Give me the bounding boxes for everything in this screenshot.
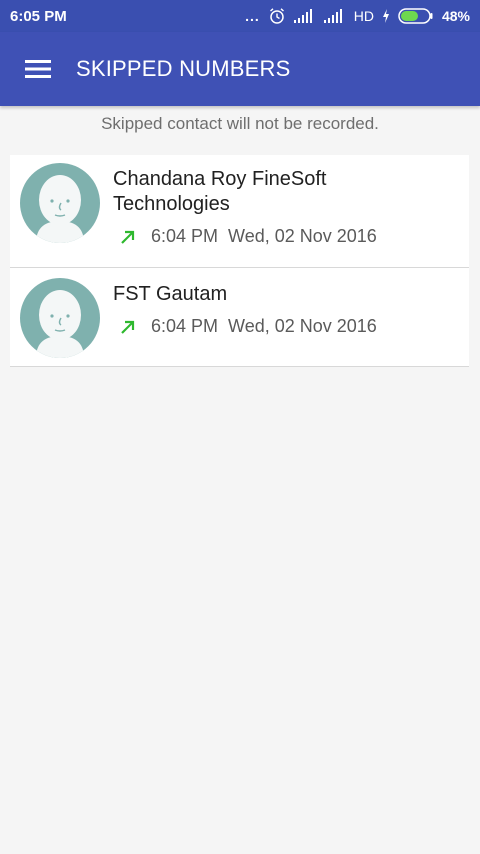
contact-name-line: Technologies — [113, 193, 230, 215]
contact-avatar — [20, 278, 100, 358]
hamburger-menu-icon — [25, 60, 51, 78]
call-time: 6:04 PM — [151, 316, 219, 336]
network-type-label: HD — [353, 8, 374, 24]
status-time: 6:05 PM — [10, 7, 67, 25]
status-bar: 6:05 PM ... HD 48% — [0, 0, 480, 32]
menu-button[interactable] — [0, 32, 76, 106]
signal-icon — [293, 9, 316, 23]
contact-name: Chandana Roy FineSoft Technologies — [113, 167, 459, 217]
app-bar: SKIPPED NUMBERS — [0, 32, 480, 106]
charging-icon — [382, 9, 390, 23]
status-icons: ... HD 48% — [245, 7, 470, 25]
outgoing-call-arrow-icon — [121, 320, 135, 334]
contact-list-item[interactable]: Chandana Roy FineSoft Technologies 6:04 … — [10, 155, 469, 268]
signal-icon — [323, 9, 346, 23]
info-message: Skipped contact will not be recorded. — [101, 114, 379, 133]
call-details: 6:04 PM Wed, 02 Nov 2016 — [119, 226, 459, 247]
battery-icon — [398, 8, 434, 24]
call-date: Wed, 02 Nov 2016 — [228, 226, 377, 246]
alarm-icon — [268, 7, 286, 25]
battery-percentage: 48% — [441, 8, 470, 24]
contact-info: Chandana Roy FineSoft Technologies 6:04 … — [113, 167, 459, 247]
contact-list-item[interactable]: FST Gautam 6:04 PM Wed, 02 Nov 2016 — [10, 268, 469, 367]
contact-avatar — [20, 163, 100, 243]
outgoing-call-arrow-icon — [121, 230, 135, 244]
contact-name: FST Gautam — [113, 283, 228, 305]
call-date: Wed, 02 Nov 2016 — [228, 316, 377, 336]
call-time: 6:04 PM — [151, 226, 219, 246]
contact-name-line: Chandana Roy FineSoft — [113, 168, 327, 190]
skipped-contacts-list: Chandana Roy FineSoft Technologies 6:04 … — [10, 155, 469, 367]
more-notifications-indicator: ... — [245, 8, 260, 24]
page-title: SKIPPED NUMBERS — [76, 56, 291, 81]
contact-info: FST Gautam 6:04 PM Wed, 02 Nov 2016 — [113, 282, 459, 337]
call-details: 6:04 PM Wed, 02 Nov 2016 — [119, 316, 459, 337]
